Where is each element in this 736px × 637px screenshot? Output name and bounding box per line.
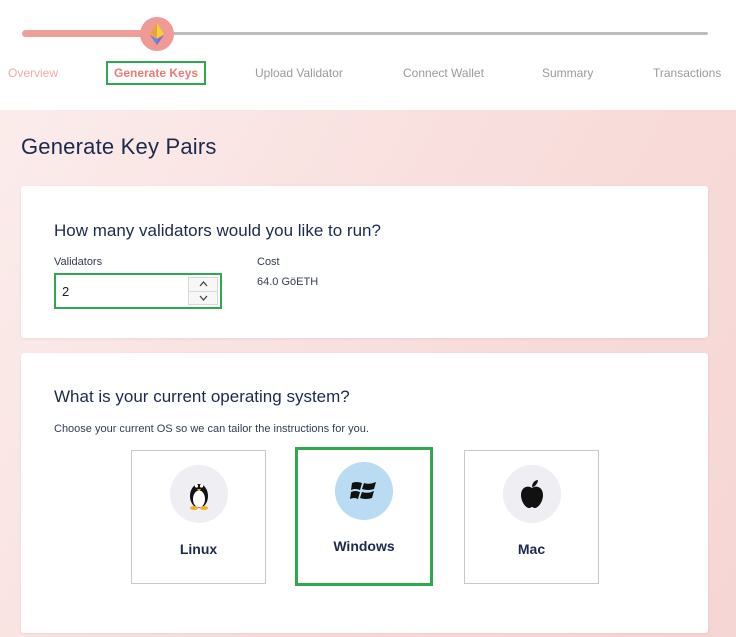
progress-track-remaining: [160, 32, 708, 35]
os-label-mac: Mac: [517, 541, 546, 557]
step-upload-validator[interactable]: Upload Validator: [255, 63, 343, 83]
step-connect-wallet[interactable]: Connect Wallet: [403, 63, 484, 83]
step-generate-keys[interactable]: Generate Keys: [105, 61, 207, 85]
progress-stepper: Overview Generate Keys Upload Validator …: [0, 0, 736, 110]
windows-icon: [350, 482, 376, 499]
validators-input-field[interactable]: [56, 276, 186, 306]
os-heading: What is your current operating system?: [54, 387, 350, 406]
os-option-linux[interactable]: Linux: [131, 450, 266, 584]
ethereum-icon: [150, 23, 164, 45]
current-step-marker: [140, 17, 174, 51]
os-label-linux: Linux: [179, 541, 218, 557]
validators-card: How many validators would you like to ru…: [21, 186, 708, 338]
main-content: Generate Key Pairs How many validators w…: [0, 110, 736, 637]
os-label-windows: Windows: [333, 538, 395, 554]
os-card: What is your current operating system? C…: [21, 353, 708, 633]
cost-label: Cost: [257, 256, 280, 268]
apple-icon: [520, 480, 543, 508]
os-icon-circle: [335, 462, 393, 520]
step-transactions[interactable]: Transactions: [653, 63, 721, 83]
decrement-button[interactable]: [188, 291, 218, 305]
increment-button[interactable]: [188, 277, 218, 292]
step-summary[interactable]: Summary: [542, 63, 593, 83]
chevron-up-icon: [199, 281, 207, 287]
chevron-down-icon: [199, 295, 207, 301]
validators-number-input[interactable]: [54, 273, 222, 309]
validators-heading: How many validators would you like to ru…: [54, 221, 381, 240]
linux-penguin-icon: [189, 484, 208, 510]
progress-track-completed: [22, 30, 150, 37]
os-subtitle: Choose your current OS so we can tailor …: [54, 423, 369, 435]
page-title: Generate Key Pairs: [21, 134, 217, 159]
os-icon-circle: [502, 465, 561, 523]
cost-value: 64.0 GöETH: [257, 276, 319, 288]
os-option-windows[interactable]: Windows: [295, 447, 433, 586]
validators-label: Validators: [54, 256, 103, 268]
os-icon-circle: [169, 465, 228, 523]
number-spinner[interactable]: [188, 277, 218, 305]
os-option-mac[interactable]: Mac: [464, 450, 599, 584]
step-overview[interactable]: Overview: [8, 63, 58, 83]
